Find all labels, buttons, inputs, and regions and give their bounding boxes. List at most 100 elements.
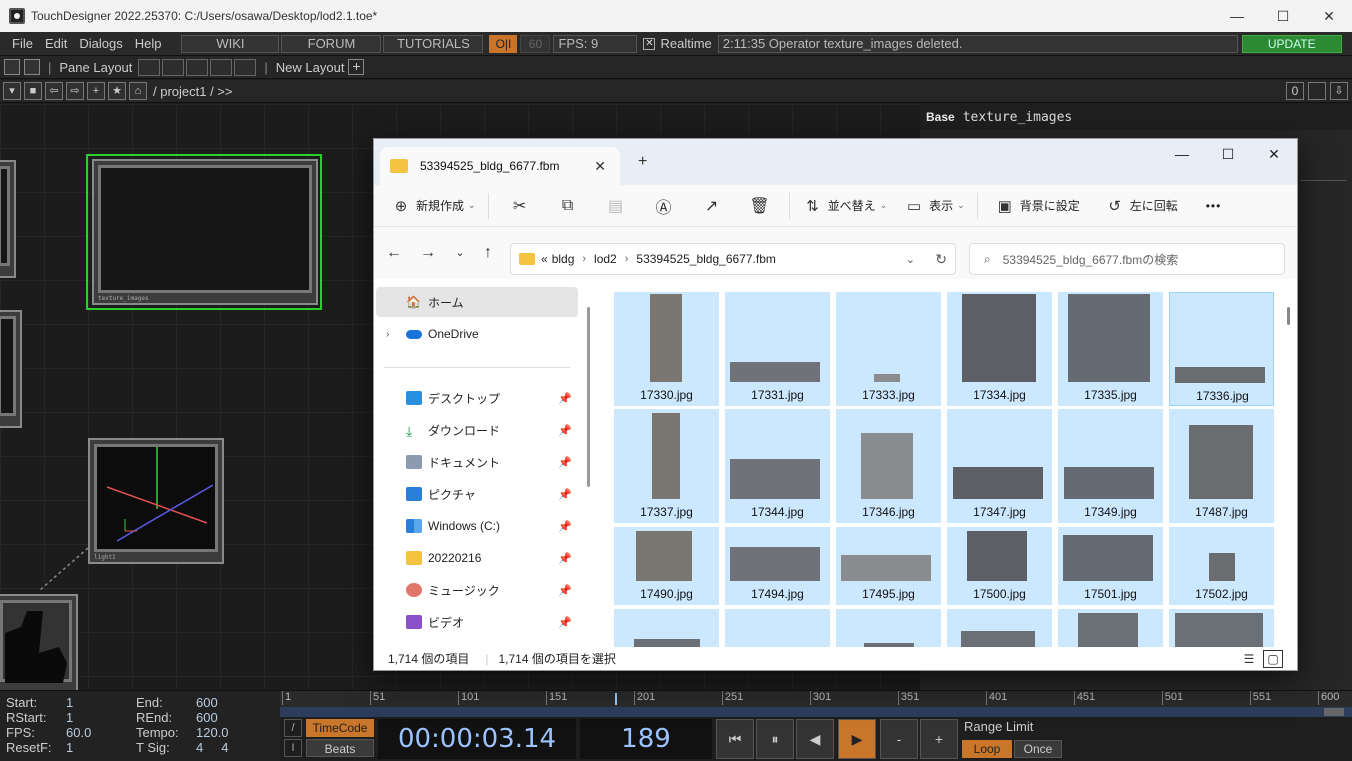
- thumbnail-view-icon[interactable]: ▢: [1263, 649, 1283, 668]
- rewind-button[interactable]: ⏮: [716, 719, 754, 759]
- star-icon[interactable]: ★: [108, 82, 126, 100]
- timecode-display[interactable]: 00:00:03.14: [378, 719, 576, 759]
- loop-button[interactable]: Loop: [962, 740, 1012, 758]
- file-tile[interactable]: 17494.jpg: [725, 527, 830, 605]
- node-light1[interactable]: light1: [88, 438, 224, 564]
- end-value[interactable]: 600: [196, 695, 218, 710]
- breadcrumb-bldg[interactable]: bldg: [552, 252, 575, 266]
- nav-item-desktop[interactable]: デスクトップ 📌: [376, 383, 578, 413]
- back-arrow-icon[interactable]: ←: [380, 240, 408, 266]
- file-tile[interactable]: 17495.jpg: [836, 527, 941, 605]
- file-tile[interactable]: 17336.jpg: [1169, 292, 1274, 406]
- file-tile[interactable]: 17331.jpg: [725, 292, 830, 406]
- wiki-button[interactable]: WIKI: [181, 34, 280, 53]
- maximize-pane-icon[interactable]: [1308, 82, 1326, 100]
- nav-item-music[interactable]: ミュージック 📌: [376, 575, 578, 605]
- timeline-range-bar[interactable]: [280, 707, 1352, 717]
- file-tile[interactable]: 17330.jpg: [614, 292, 719, 406]
- timecode-mode-button[interactable]: TimeCode: [306, 719, 374, 737]
- nav-item-20220216[interactable]: 20220216 📌: [376, 543, 578, 573]
- rstart-value[interactable]: 1: [66, 710, 73, 725]
- timeline-ruler[interactable]: 1 51 101 151 201 251 301 351 401 451 501 551 600: [280, 691, 1352, 707]
- add-icon[interactable]: +: [87, 82, 105, 100]
- pin-icon[interactable]: 📌: [558, 488, 572, 501]
- resetf-value[interactable]: 1: [66, 740, 73, 755]
- realtime-checkbox[interactable]: ✕: [643, 37, 656, 50]
- file-tile[interactable]: 17333.jpg: [836, 292, 941, 406]
- pin-icon[interactable]: 📌: [558, 616, 572, 629]
- address-field[interactable]: « bldg › lod2 › 53394525_bldg_6677.fbm ⌄…: [510, 243, 956, 275]
- grid-scrollbar[interactable]: [1287, 307, 1290, 325]
- node-texture-images[interactable]: texture_images: [92, 159, 318, 305]
- file-tile[interactable]: [1169, 609, 1274, 647]
- start-value[interactable]: 1: [66, 695, 73, 710]
- pin-icon[interactable]: 📌: [558, 520, 572, 533]
- step-back-button[interactable]: -: [880, 719, 918, 759]
- pin-icon[interactable]: 📌: [558, 552, 572, 565]
- file-tile[interactable]: 17487.jpg: [1169, 409, 1274, 523]
- share-icon[interactable]: ↗: [695, 191, 729, 221]
- back-arrow-icon[interactable]: ⇦: [45, 82, 63, 100]
- search-input[interactable]: ⌕ 53394525_bldg_6677.fbmの検索: [969, 243, 1285, 275]
- step-forward-button[interactable]: +: [920, 719, 958, 759]
- file-tile[interactable]: 17334.jpg: [947, 292, 1052, 406]
- import-arrow-icon[interactable]: ⇩: [1330, 82, 1348, 100]
- new-layout-add-button[interactable]: +: [348, 59, 365, 75]
- forum-button[interactable]: FORUM: [281, 34, 382, 53]
- layout-split-h-button[interactable]: [186, 58, 209, 76]
- file-tile[interactable]: 17349.jpg: [1058, 409, 1163, 523]
- file-tile[interactable]: [725, 609, 830, 647]
- pause-button[interactable]: ⏸: [756, 719, 794, 759]
- layout-split-v-button[interactable]: [162, 58, 185, 76]
- file-tile[interactable]: [1058, 609, 1163, 647]
- pin-icon[interactable]: 📌: [558, 584, 572, 597]
- copy-icon[interactable]: ⧉: [551, 191, 585, 221]
- nav-item-video[interactable]: ビデオ 📌: [376, 607, 578, 637]
- details-view-icon[interactable]: ☰: [1239, 650, 1259, 668]
- set-background-button[interactable]: ▣ 背景に設定: [996, 197, 1080, 215]
- new-tab-button[interactable]: +: [638, 153, 647, 171]
- file-tile[interactable]: [947, 609, 1052, 647]
- address-dropdown-icon[interactable]: ⌄: [906, 253, 915, 266]
- forward-arrow-icon[interactable]: →: [414, 240, 442, 266]
- expand-chevron-icon[interactable]: ›: [386, 329, 389, 340]
- pin-icon[interactable]: 📌: [558, 392, 572, 405]
- node-partial-left-2[interactable]: [0, 310, 22, 428]
- pin-icon[interactable]: 📌: [558, 456, 572, 469]
- pin-icon[interactable]: 📌: [558, 424, 572, 437]
- new-button[interactable]: ⊕ 新規作成 ⌄: [392, 197, 476, 215]
- nav-item-onedrive[interactable]: › OneDrive: [376, 319, 578, 349]
- file-tile[interactable]: 17500.jpg: [947, 527, 1052, 605]
- nav-item-downloads[interactable]: ⤓ ダウンロード 📌: [376, 415, 578, 445]
- breadcrumb-current[interactable]: 53394525_bldg_6677.fbm: [636, 252, 775, 266]
- more-options-button[interactable]: •••: [1206, 199, 1222, 213]
- node-partial-left-1[interactable]: [0, 160, 16, 278]
- explorer-close-button[interactable]: ✕: [1251, 139, 1297, 169]
- menu-edit[interactable]: Edit: [39, 36, 73, 51]
- file-tile[interactable]: [836, 609, 941, 647]
- minimize-button[interactable]: —: [1214, 0, 1260, 32]
- file-tile[interactable]: 17490.jpg: [614, 527, 719, 605]
- perform-mode-toggle[interactable]: O|I: [489, 34, 518, 53]
- home-icon[interactable]: ⌂: [129, 82, 147, 100]
- file-tile[interactable]: 17344.jpg: [725, 409, 830, 523]
- play-forward-button[interactable]: ▶: [838, 719, 876, 759]
- refresh-icon[interactable]: ↻: [935, 251, 947, 268]
- zoom-reset-button[interactable]: 0: [1286, 82, 1304, 100]
- tsig-value[interactable]: 4 4: [196, 740, 229, 755]
- nav-item-windows-c[interactable]: Windows (C:) 📌: [376, 511, 578, 541]
- frame-display[interactable]: 189: [580, 719, 712, 759]
- file-tile[interactable]: [614, 609, 719, 647]
- fps-value[interactable]: 60.0: [66, 725, 91, 740]
- range-handle[interactable]: [1324, 708, 1344, 716]
- explorer-minimize-button[interactable]: —: [1159, 139, 1205, 169]
- nav-item-documents[interactable]: ドキュメント 📌: [376, 447, 578, 477]
- layout-single-button[interactable]: [138, 58, 161, 76]
- sort-button[interactable]: ⇅ 並べ替え ⌄: [804, 197, 887, 215]
- maximize-button[interactable]: ☐: [1260, 0, 1306, 32]
- explorer-maximize-button[interactable]: ☐: [1205, 139, 1251, 169]
- tab-close-icon[interactable]: ✕: [594, 158, 606, 175]
- file-tile[interactable]: 17502.jpg: [1169, 527, 1274, 605]
- once-button[interactable]: Once: [1014, 740, 1062, 758]
- network-path[interactable]: / project1 / >>: [153, 84, 233, 99]
